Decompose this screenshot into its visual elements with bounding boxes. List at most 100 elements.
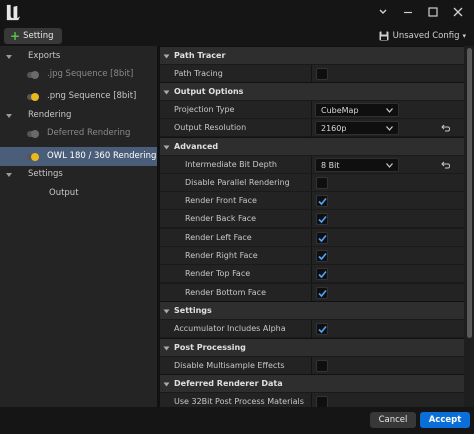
dropdown-value: 2160p [321,124,347,133]
prop-render-right-face: Render Right Face [160,246,464,265]
prop-label: Path Tracing [174,69,223,78]
render-front-face-checkbox[interactable] [316,195,328,207]
reset-to-default-icon[interactable] [441,160,451,170]
disable-parallel-checkbox[interactable] [316,177,328,189]
tree-item-jpg-sequence[interactable]: .jpg Sequence [8bit] [0,66,157,84]
plus-icon: + [10,29,21,43]
prop-render-top-face: Render Top Face [160,264,464,283]
tree-item-label: .jpg Sequence [8bit] [47,69,134,79]
chevron-down-icon [6,114,12,118]
chevron-down-icon [163,145,170,150]
accept-button[interactable]: Accept [420,412,470,428]
render-left-face-checkbox[interactable] [316,232,328,244]
prop-path-tracing: Path Tracing [160,64,464,83]
render-bottom-face-checkbox[interactable] [316,287,328,299]
minimize-icon[interactable] [399,4,417,20]
prop-output-resolution: Output Resolution 2160p [160,118,464,137]
scrollbar-thumb[interactable] [467,48,472,338]
section-deferred-data[interactable]: Deferred Renderer Data [160,374,464,392]
section-output-options[interactable]: Output Options [160,82,464,100]
chevron-down-icon [6,55,12,59]
prop-label: Disable Multisample Effects [174,361,285,370]
section-settings[interactable]: Settings [160,301,464,319]
caret-icon: ▾ [462,32,466,40]
chevron-down-icon [386,163,393,168]
toggle-switch[interactable] [25,153,39,161]
section-label: Output Options [174,87,244,96]
dialog-footer: Cancel Accept [0,407,474,434]
toolbar: + Setting Unsaved Config ▾ [0,26,474,46]
prop-render-bottom-face: Render Bottom Face [160,283,464,302]
tree-item-owl-rendering[interactable]: OWL 180 / 360 Rendering [0,147,157,166]
add-setting-button[interactable]: + Setting [4,28,62,44]
output-resolution-dropdown[interactable]: 2160p [315,121,399,135]
dropdown-value: CubeMap [321,106,359,115]
prop-label: Render Left Face [185,233,252,242]
tree-item-label: Rendering [28,110,72,120]
close-icon[interactable] [449,4,467,20]
prop-label: Render Top Face [185,269,251,278]
settings-tree: Exports .jpg Sequence [8bit] .png Sequen… [0,46,157,407]
prop-render-front-face: Render Front Face [160,191,464,210]
path-tracing-checkbox[interactable] [316,68,328,80]
prop-label: Use 32Bit Post Process Materials [174,397,304,406]
render-right-face-checkbox[interactable] [316,250,328,262]
chevron-down-icon [386,126,393,131]
prop-render-back-face: Render Back Face [160,209,464,228]
details-panel: Path Tracer Path Tracing Output Options … [160,46,464,407]
cancel-button[interactable]: Cancel [370,412,416,428]
toggle-switch[interactable] [25,130,39,138]
use-32bit-checkbox[interactable] [316,396,328,407]
save-disk-icon [379,31,389,41]
tree-item-png-sequence[interactable]: .png Sequence [8bit] [0,88,157,106]
tree-item-settings[interactable]: Settings [0,166,157,184]
checkmark-icon [318,270,327,279]
tree-item-label: Exports [28,51,61,61]
chevron-down-icon [163,90,170,95]
chevron-down-icon[interactable] [374,4,392,20]
tree-item-deferred-rendering[interactable]: Deferred Rendering [0,125,157,143]
section-label: Path Tracer [174,51,226,60]
disable-msaa-checkbox[interactable] [316,360,328,372]
bit-depth-dropdown[interactable]: 8 Bit [315,158,399,172]
chevron-down-icon [163,309,170,314]
prop-bit-depth: Intermediate Bit Depth 8 Bit [160,155,464,174]
prop-label: Render Front Face [185,196,257,205]
unreal-logo-icon [6,4,21,21]
accumulator-alpha-checkbox[interactable] [316,323,328,335]
projection-type-dropdown[interactable]: CubeMap [315,103,399,117]
tree-item-label: Output [49,188,79,198]
prop-label: Output Resolution [174,123,247,132]
checkmark-icon [318,325,327,334]
chevron-down-icon [163,54,170,59]
section-post-processing[interactable]: Post Processing [160,338,464,356]
render-top-face-checkbox[interactable] [316,268,328,280]
tree-item-output[interactable]: Output [0,185,157,203]
section-label: Advanced [174,142,219,151]
checkmark-icon [318,215,327,224]
maximize-icon[interactable] [424,4,442,20]
checkmark-icon [318,289,327,298]
section-label: Post Processing [174,343,246,352]
section-advanced[interactable]: Advanced [160,137,464,155]
dropdown-value: 8 Bit [321,161,340,170]
reset-to-default-icon[interactable] [441,123,451,133]
prop-label: Disable Parallel Rendering [185,178,290,187]
config-label: Unsaved Config [392,31,460,41]
toggle-switch[interactable] [25,71,39,79]
tree-item-label: Deferred Rendering [47,128,131,138]
tree-item-label: .png Sequence [8bit] [47,91,137,101]
prop-disable-parallel: Disable Parallel Rendering [160,173,464,192]
chevron-down-icon [6,173,12,177]
checkmark-icon [318,197,327,206]
toggle-switch[interactable] [25,93,39,101]
prop-projection-type: Projection Type CubeMap [160,100,464,119]
tree-item-exports[interactable]: Exports [0,48,157,66]
section-label: Settings [174,306,212,315]
tree-item-rendering[interactable]: Rendering [0,107,157,125]
prop-label: Intermediate Bit Depth [185,160,277,169]
setting-button-label: Setting [23,31,54,41]
section-path-tracer[interactable]: Path Tracer [160,46,464,64]
render-back-face-checkbox[interactable] [316,213,328,225]
config-dropdown[interactable]: Unsaved Config ▾ [379,29,466,43]
